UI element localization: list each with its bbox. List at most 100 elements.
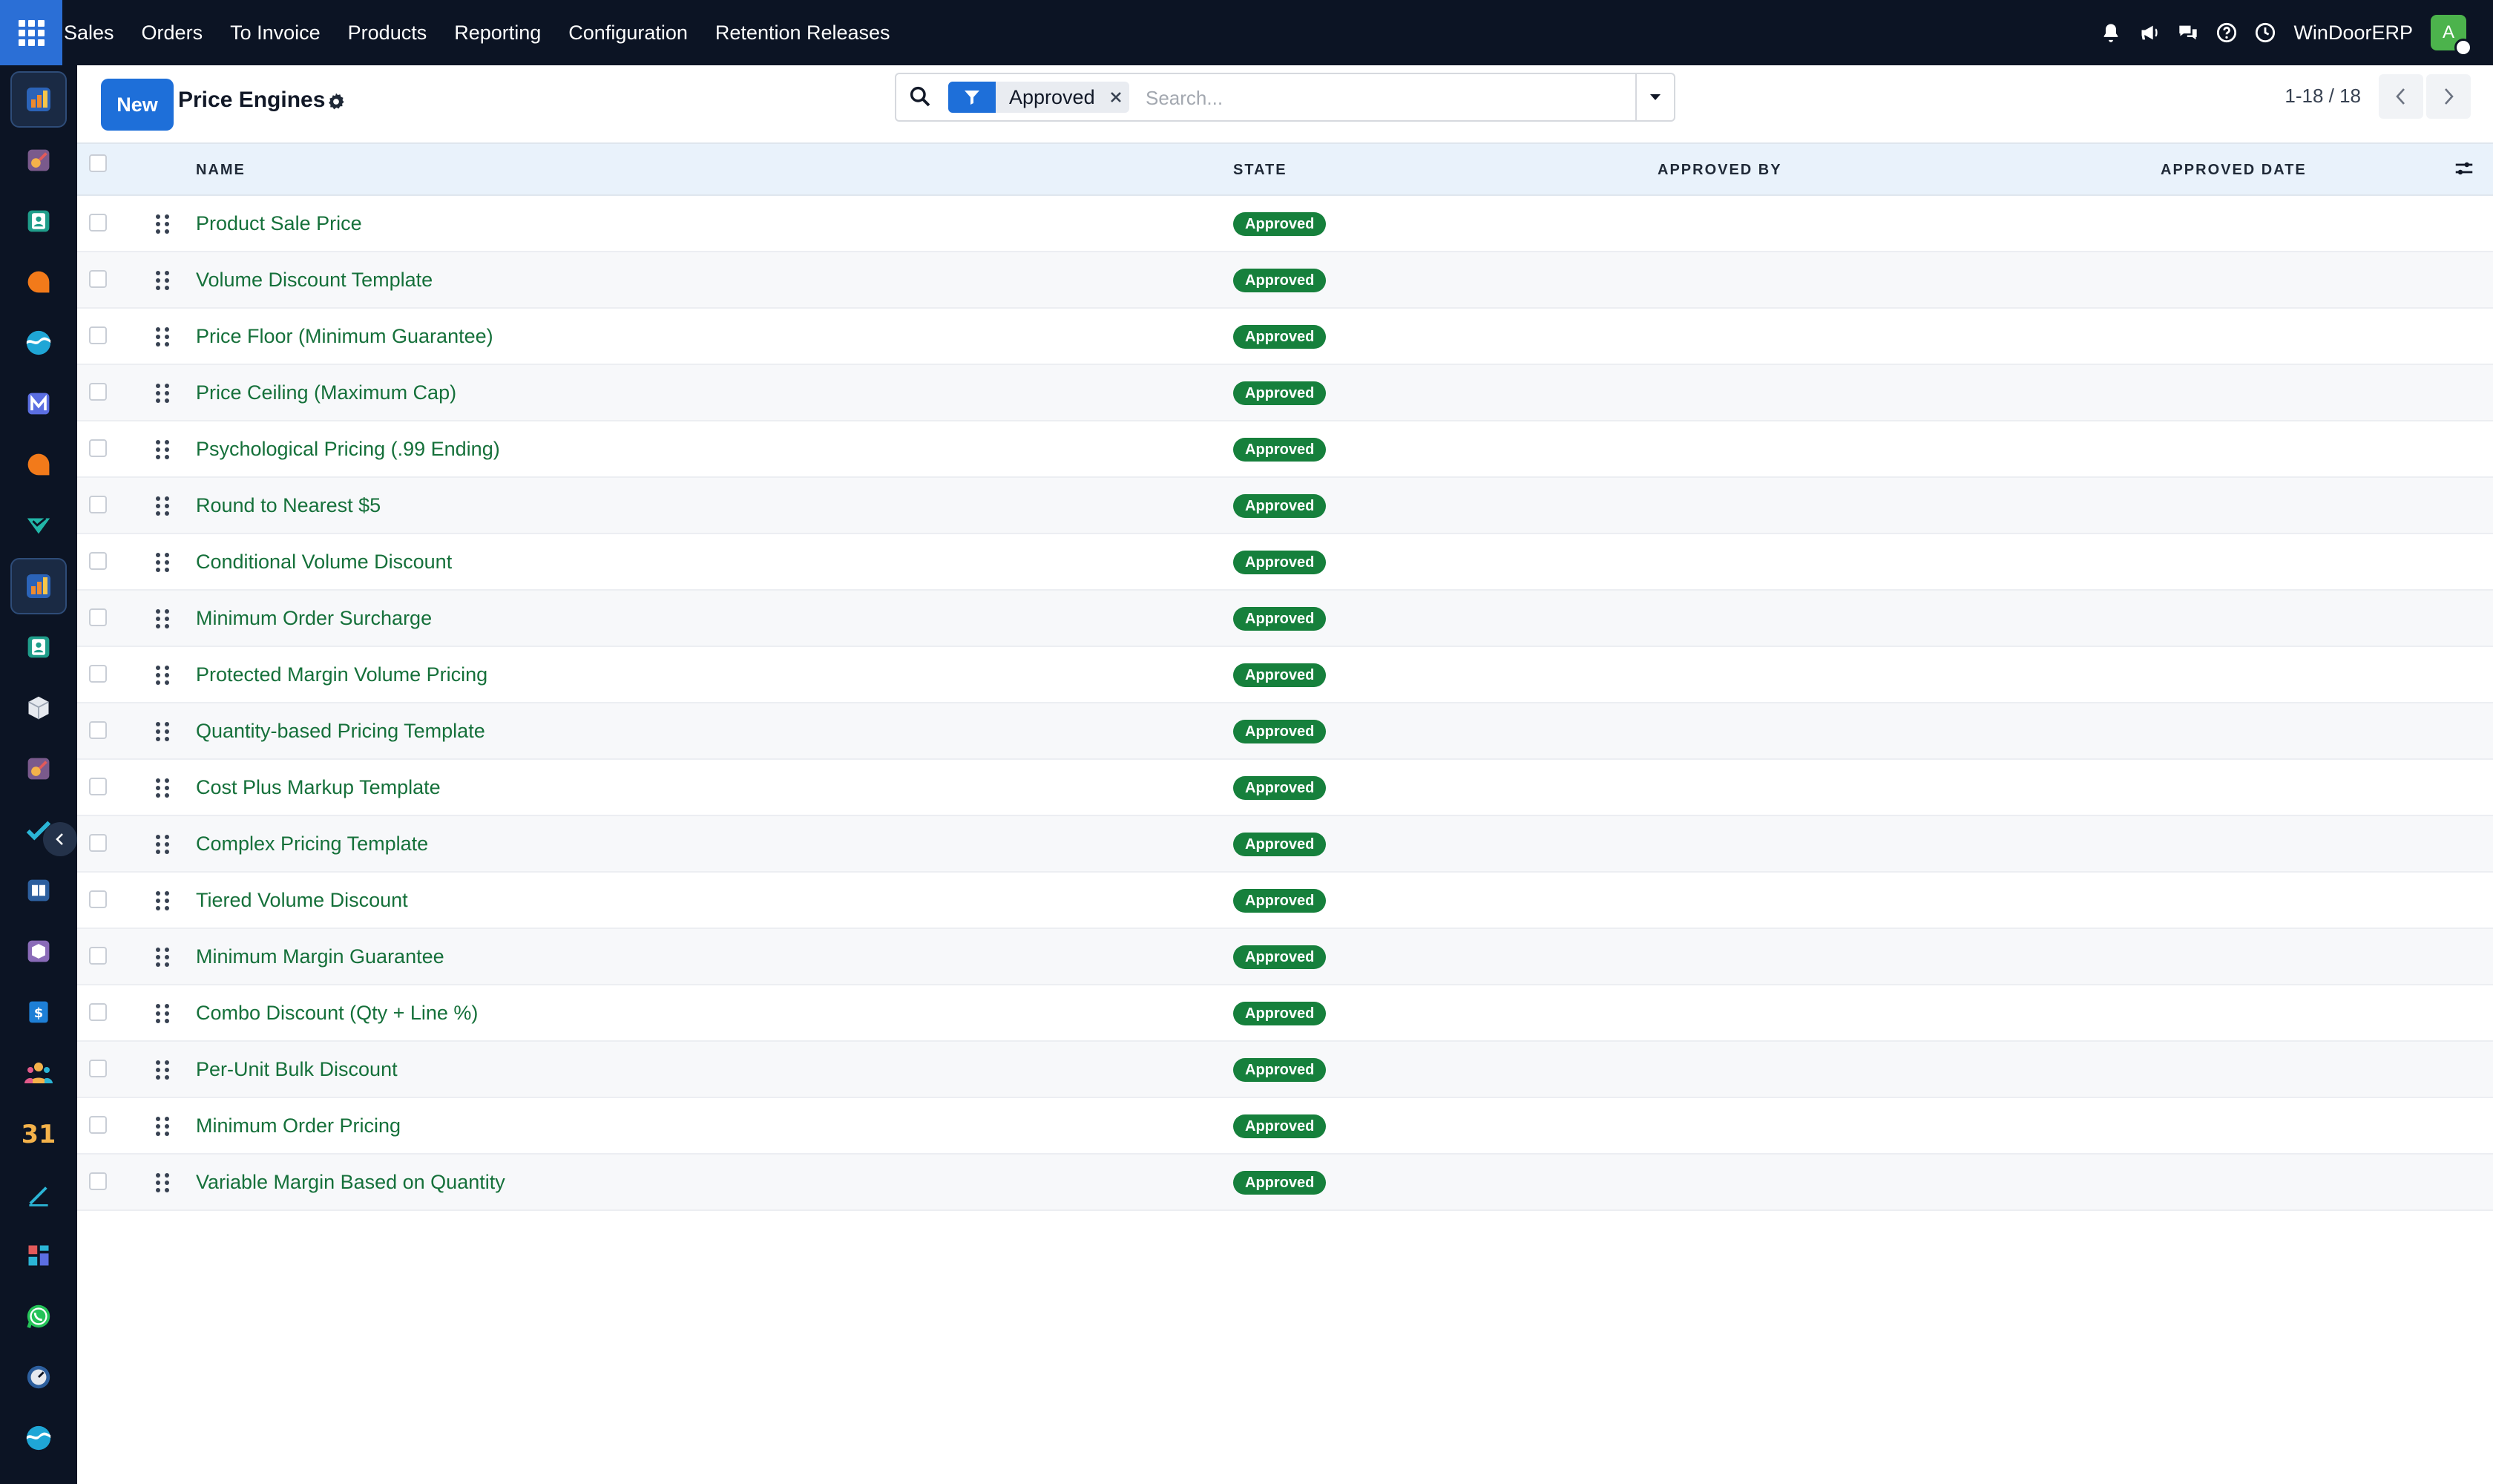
table-row[interactable]: Minimum Margin Guarantee Approved [77, 929, 2493, 985]
menu-sales[interactable]: Sales [64, 22, 114, 45]
row-checkbox[interactable] [89, 214, 107, 232]
menu-reporting[interactable]: Reporting [454, 22, 541, 45]
row-checkbox[interactable] [89, 778, 107, 795]
table-row[interactable]: Quantity-based Pricing Template Approved [77, 703, 2493, 760]
menu-retention-releases[interactable]: Retention Releases [715, 22, 890, 45]
row-name[interactable]: Cost Plus Markup Template [196, 776, 441, 799]
table-row[interactable]: Minimum Order Pricing Approved [77, 1098, 2493, 1155]
column-header-approved-date[interactable]: APPROVED DATE [2161, 162, 2307, 179]
row-checkbox[interactable] [89, 383, 107, 401]
sidebar-app-5[interactable] [10, 315, 67, 371]
help-icon[interactable] [2207, 0, 2246, 65]
table-row[interactable]: Tiered Volume Discount Approved [77, 873, 2493, 929]
sidebar-app-11[interactable] [10, 680, 67, 736]
select-all-checkbox[interactable] [89, 154, 107, 172]
table-row[interactable]: Minimum Order Surcharge Approved [77, 591, 2493, 647]
column-header-name[interactable]: NAME [196, 162, 246, 179]
row-checkbox[interactable] [89, 608, 107, 626]
table-row[interactable]: Volume Discount Template Approved [77, 252, 2493, 309]
user-avatar[interactable]: A [2431, 15, 2472, 56]
sidebar-app-15[interactable] [10, 923, 67, 979]
drag-handle-icon[interactable] [154, 1171, 171, 1198]
table-row[interactable]: Combo Discount (Qty + Line %) Approved [77, 985, 2493, 1042]
sidebar-app-1[interactable] [10, 71, 67, 128]
bell-icon[interactable] [2092, 0, 2130, 65]
row-checkbox[interactable] [89, 1116, 107, 1134]
row-name[interactable]: Per-Unit Bulk Discount [196, 1058, 398, 1081]
drag-handle-icon[interactable] [154, 720, 171, 747]
row-name[interactable]: Quantity-based Pricing Template [196, 720, 485, 743]
sidebar-app-23[interactable] [10, 1410, 67, 1466]
app-menu-button[interactable] [0, 0, 62, 65]
drag-handle-icon[interactable] [154, 663, 171, 691]
sidebar-app-21[interactable] [10, 1288, 67, 1345]
row-checkbox[interactable] [89, 721, 107, 739]
table-row[interactable]: Round to Nearest $5 Approved [77, 478, 2493, 534]
drag-handle-icon[interactable] [154, 607, 171, 634]
table-row[interactable]: Protected Margin Volume Pricing Approved [77, 647, 2493, 703]
row-checkbox[interactable] [89, 890, 107, 908]
row-name[interactable]: Protected Margin Volume Pricing [196, 663, 487, 686]
menu-products[interactable]: Products [348, 22, 427, 45]
pager-previous-button[interactable] [2379, 74, 2423, 119]
drag-handle-icon[interactable] [154, 494, 171, 522]
row-checkbox[interactable] [89, 1060, 107, 1077]
table-row[interactable]: Per-Unit Bulk Discount Approved [77, 1042, 2493, 1098]
drag-handle-icon[interactable] [154, 776, 171, 804]
table-row[interactable]: Product Sale Price Approved [77, 196, 2493, 252]
sidebar-app-4[interactable] [10, 254, 67, 310]
column-header-approved-by[interactable]: APPROVED BY [1658, 162, 1782, 179]
row-checkbox[interactable] [89, 1003, 107, 1021]
table-row[interactable]: Complex Pricing Template Approved [77, 816, 2493, 873]
row-checkbox[interactable] [89, 552, 107, 570]
search-options-toggle[interactable] [1635, 74, 1674, 120]
chat-icon[interactable] [2169, 0, 2207, 65]
sidebar-app-9[interactable] [10, 558, 67, 614]
sidebar-app-8[interactable] [10, 497, 67, 554]
sidebar-collapse-button[interactable] [43, 822, 77, 856]
sidebar-app-16[interactable]: $ [10, 984, 67, 1040]
row-checkbox[interactable] [89, 496, 107, 513]
sidebar-app-10[interactable] [10, 619, 67, 675]
sidebar-app-17[interactable] [10, 1045, 67, 1101]
row-checkbox[interactable] [89, 1172, 107, 1190]
drag-handle-icon[interactable] [154, 945, 171, 973]
row-name[interactable]: Round to Nearest $5 [196, 494, 381, 517]
close-icon[interactable] [1103, 82, 1129, 113]
menu-configuration[interactable]: Configuration [568, 22, 688, 45]
megaphone-icon[interactable] [2130, 0, 2169, 65]
drag-handle-icon[interactable] [154, 269, 171, 296]
drag-handle-icon[interactable] [154, 1114, 171, 1142]
sidebar-app-7[interactable] [10, 436, 67, 493]
sidebar-app-2[interactable] [10, 132, 67, 188]
row-name[interactable]: Price Floor (Minimum Guarantee) [196, 325, 493, 348]
pager-value[interactable]: 1-18 / 18 [2285, 85, 2361, 108]
column-header-state[interactable]: STATE [1233, 162, 1287, 179]
menu-to-invoice[interactable]: To Invoice [230, 22, 321, 45]
sidebar-app-18[interactable]: 31 [10, 1106, 67, 1162]
table-row[interactable]: Price Floor (Minimum Guarantee) Approved [77, 309, 2493, 365]
drag-handle-icon[interactable] [154, 1002, 171, 1029]
menu-orders[interactable]: Orders [142, 22, 203, 45]
table-row[interactable]: Conditional Volume Discount Approved [77, 534, 2493, 591]
row-checkbox[interactable] [89, 439, 107, 457]
sidebar-app-14[interactable] [10, 862, 67, 919]
row-name[interactable]: Minimum Margin Guarantee [196, 945, 444, 968]
drag-handle-icon[interactable] [154, 438, 171, 465]
row-name[interactable]: Minimum Order Surcharge [196, 607, 432, 630]
clock-icon[interactable] [2246, 0, 2285, 65]
row-checkbox[interactable] [89, 326, 107, 344]
gear-icon[interactable] [326, 92, 346, 115]
row-name[interactable]: Price Ceiling (Maximum Cap) [196, 381, 456, 404]
drag-handle-icon[interactable] [154, 889, 171, 916]
row-name[interactable]: Variable Margin Based on Quantity [196, 1171, 505, 1194]
drag-handle-icon[interactable] [154, 1058, 171, 1086]
sidebar-app-6[interactable] [10, 375, 67, 432]
pager-next-button[interactable] [2426, 74, 2471, 119]
search-icon[interactable] [908, 85, 932, 112]
row-name[interactable]: Product Sale Price [196, 212, 362, 235]
sidebar-app-3[interactable] [10, 193, 67, 249]
row-name[interactable]: Volume Discount Template [196, 269, 433, 292]
table-row[interactable]: Psychological Pricing (.99 Ending) Appro… [77, 421, 2493, 478]
company-name[interactable]: WinDoorERP [2293, 22, 2413, 45]
